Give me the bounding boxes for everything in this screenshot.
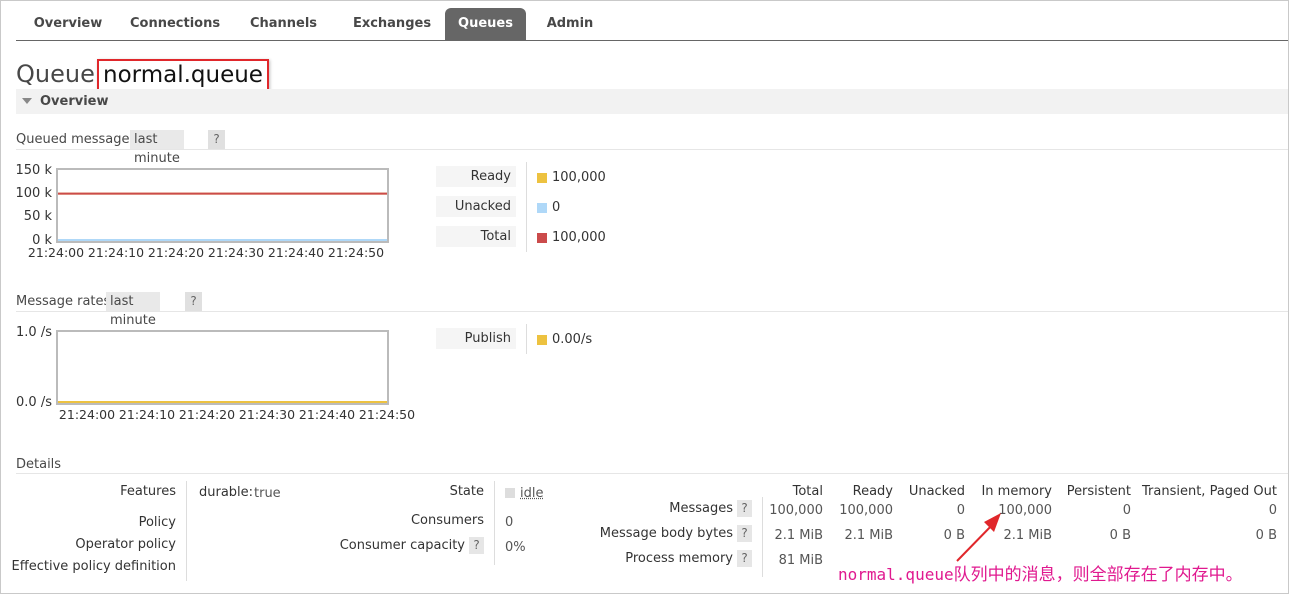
legend-value-ready: 100,000 <box>552 170 606 185</box>
row-label-process-memory: Process memory <box>625 551 733 566</box>
divider <box>16 149 1288 150</box>
y-tick: 150 k <box>15 163 52 178</box>
collapse-arrow-icon <box>22 98 32 104</box>
legend-value-unacked: 0 <box>552 200 561 215</box>
annotation-text: 队列中的消息，则全部存在了内存中。 <box>953 565 1243 585</box>
y-tick: 0.0 /s <box>16 395 52 410</box>
total-swatch <box>537 233 547 243</box>
tab-connections[interactable]: Connections <box>122 8 224 40</box>
table-cell: 0 B <box>1109 528 1131 543</box>
legend-value-total: 100,000 <box>552 230 606 245</box>
table-cell: 2.1 MiB <box>1003 528 1052 543</box>
col-total: Total <box>792 484 823 499</box>
features-key: durable: <box>199 485 254 500</box>
table-cell: 0 <box>956 503 965 518</box>
y-tick: 50 k <box>23 209 52 224</box>
col-ready: Ready <box>852 484 893 499</box>
col-unacked: Unacked <box>908 484 965 499</box>
tab-channels[interactable]: Channels <box>241 8 326 40</box>
state-value: idle <box>520 486 544 501</box>
table-cell: 81 MiB <box>778 553 823 568</box>
page-title-prefix: Queue <box>16 60 95 88</box>
divider <box>16 311 1288 312</box>
overview-section-title: Overview <box>40 94 109 109</box>
y-tick: 100 k <box>15 186 52 201</box>
tab-overview[interactable]: Overview <box>21 8 115 40</box>
details-divider <box>494 481 495 565</box>
consumers-label: Consumers <box>410 513 484 528</box>
operator-policy-label: Operator policy <box>75 537 176 552</box>
legend-label-ready: Ready <box>436 166 516 187</box>
table-cell: 2.1 MiB <box>774 528 823 543</box>
col-transient-paged-out: Transient, Paged Out <box>1142 484 1277 499</box>
state-indicator-icon <box>505 488 515 498</box>
divider <box>16 473 1288 474</box>
ready-swatch <box>537 173 547 183</box>
legend-divider <box>526 162 527 252</box>
queued-messages-plot <box>58 192 387 241</box>
consumers-value: 0 <box>505 515 514 530</box>
x-tick: 21:24:50 <box>358 407 416 422</box>
rates-range-selector[interactable]: last minute <box>106 292 160 328</box>
body-bytes-help-button[interactable]: ? <box>737 525 752 542</box>
legend-value-publish: 0.00/s <box>552 332 593 347</box>
queued-range-selector[interactable]: last minute <box>130 130 184 166</box>
unacked-swatch <box>537 203 547 213</box>
row-label-message-body-bytes: Message body bytes <box>599 526 733 541</box>
table-cell: 0 <box>1122 503 1131 518</box>
annotation-code: normal.queue <box>838 565 954 584</box>
process-memory-help-button[interactable]: ? <box>737 550 752 567</box>
annotation-note: normal.queue队列中的消息，则全部存在了内存中。 <box>838 560 1243 585</box>
col-persistent: Persistent <box>1066 484 1131 499</box>
details-title: Details <box>16 457 62 472</box>
tab-exchanges[interactable]: Exchanges <box>342 8 442 40</box>
queue-name-highlight: normal.queue <box>97 59 269 93</box>
table-cell: 0 B <box>1255 528 1277 543</box>
message-rates-label: Message rates <box>16 294 111 309</box>
publish-swatch <box>537 335 547 345</box>
state-label: State <box>449 484 484 499</box>
consumer-capacity-value: 0% <box>505 540 526 555</box>
queued-help-button[interactable]: ? <box>208 130 225 149</box>
main-nav-tabs: Overview Connections Channels Exchanges … <box>16 8 1288 41</box>
tab-queues[interactable]: Queues <box>445 8 526 40</box>
table-cell: 100,000 <box>769 503 823 518</box>
features-value: true <box>254 486 281 501</box>
policy-label: Policy <box>138 515 176 530</box>
row-label-messages: Messages <box>669 501 733 516</box>
message-rates-plot <box>58 401 387 403</box>
legend-label-total: Total <box>436 226 516 247</box>
messages-help-button[interactable]: ? <box>737 500 752 517</box>
table-cell: 0 <box>1268 503 1277 518</box>
table-cell: 2.1 MiB <box>844 528 893 543</box>
legend-divider <box>526 324 527 354</box>
legend-label-unacked: Unacked <box>436 196 516 217</box>
overview-section-toggle[interactable]: Overview <box>16 89 1288 114</box>
legend-label-publish: Publish <box>436 328 516 349</box>
table-cell: 0 B <box>943 528 965 543</box>
details-divider <box>762 497 763 577</box>
queued-messages-chart <box>56 168 389 243</box>
consumer-capacity-help-button[interactable]: ? <box>469 537 484 554</box>
effective-policy-label: Effective policy definition <box>11 559 176 574</box>
table-cell: 100,000 <box>998 503 1052 518</box>
message-rates-chart <box>56 330 389 405</box>
queued-messages-label: Queued messages <box>16 132 137 147</box>
rates-help-button[interactable]: ? <box>185 292 202 311</box>
details-divider <box>186 481 187 581</box>
consumer-capacity-label: Consumer capacity <box>339 538 465 553</box>
table-cell: 100,000 <box>839 503 893 518</box>
y-tick: 1.0 /s <box>16 325 52 340</box>
col-in-memory: In memory <box>981 484 1052 499</box>
x-tick: 21:24:50 <box>327 245 385 260</box>
features-label: Features <box>120 484 176 499</box>
tab-admin[interactable]: Admin <box>536 8 604 40</box>
